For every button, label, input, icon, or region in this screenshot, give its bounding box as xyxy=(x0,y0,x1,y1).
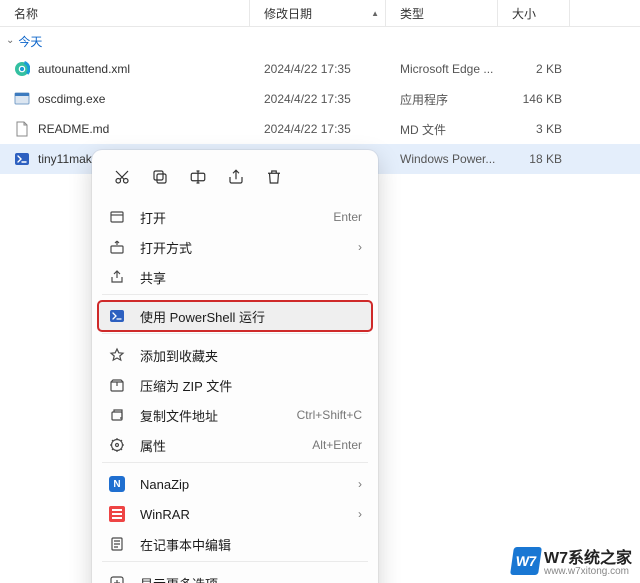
menu-item-label: 复制文件地址 xyxy=(140,406,283,425)
menu-separator xyxy=(102,294,368,295)
menu-item-show-more-options[interactable]: 显示更多选项 xyxy=(98,568,372,583)
rename-button[interactable] xyxy=(180,160,216,194)
properties-icon xyxy=(108,437,126,453)
menu-item-label: 共享 xyxy=(140,268,362,287)
menu-item-label: 打开方式 xyxy=(140,238,344,257)
copy-path-icon xyxy=(108,407,126,423)
more-options-icon xyxy=(108,575,126,583)
file-type: Windows Power... xyxy=(386,152,498,166)
column-header-row: 名称 修改日期 ▲ 类型 大小 xyxy=(0,0,640,27)
chevron-right-icon: › xyxy=(358,240,362,254)
file-row[interactable]: autounattend.xml 2024/4/22 17:35 Microso… xyxy=(0,54,640,84)
group-label: 今天 xyxy=(18,33,42,50)
file-type: Microsoft Edge ... xyxy=(386,62,498,76)
file-type: MD 文件 xyxy=(386,121,498,138)
file-row[interactable]: README.md 2024/4/22 17:35 MD 文件 3 KB xyxy=(0,114,640,144)
context-menu-toolbar xyxy=(98,156,372,202)
file-size: 3 KB xyxy=(498,122,570,136)
menu-item-label: 使用 PowerShell 运行 xyxy=(140,307,362,326)
chevron-down-icon: ⌄ xyxy=(6,35,14,46)
nanazip-icon: N xyxy=(108,476,126,492)
menu-separator xyxy=(102,462,368,463)
column-header-name-label: 名称 xyxy=(14,5,38,22)
file-date: 2024/4/22 17:35 xyxy=(250,62,386,76)
menu-item-label: 属性 xyxy=(140,436,298,455)
share-icon xyxy=(108,269,126,285)
menu-item-accelerator: Ctrl+Shift+C xyxy=(297,408,362,422)
menu-item-share[interactable]: 共享 xyxy=(98,262,372,292)
menu-item-add-favorite[interactable]: 添加到收藏夹 xyxy=(98,340,372,370)
menu-item-compress-zip[interactable]: 压缩为 ZIP 文件 xyxy=(98,370,372,400)
notepad-icon xyxy=(108,536,126,552)
file-size: 146 KB xyxy=(498,92,570,106)
file-type: 应用程序 xyxy=(386,91,498,108)
file-name: autounattend.xml xyxy=(38,62,130,76)
star-icon xyxy=(108,347,126,363)
file-size: 2 KB xyxy=(498,62,570,76)
file-name: oscdimg.exe xyxy=(38,92,105,106)
winrar-icon xyxy=(108,506,126,522)
menu-item-label: 添加到收藏夹 xyxy=(140,346,362,365)
file-row[interactable]: oscdimg.exe 2024/4/22 17:35 应用程序 146 KB xyxy=(0,84,640,114)
menu-item-open-with[interactable]: 打开方式 › xyxy=(98,232,372,262)
edge-icon xyxy=(14,61,30,77)
menu-item-accelerator: Enter xyxy=(333,210,362,224)
column-header-type-label: 类型 xyxy=(400,5,424,22)
menu-item-accelerator: Alt+Enter xyxy=(312,438,362,452)
menu-item-edit-in-notepad[interactable]: 在记事本中编辑 xyxy=(98,529,372,559)
column-header-name[interactable]: 名称 xyxy=(0,0,250,26)
context-menu: 打开 Enter 打开方式 › 共享 使用 PowerShell 运行 添加到收… xyxy=(92,150,378,583)
menu-item-label: WinRAR xyxy=(140,507,344,522)
menu-separator xyxy=(102,561,368,562)
powershell-icon xyxy=(108,308,126,324)
file-date: 2024/4/22 17:35 xyxy=(250,122,386,136)
menu-item-label: 显示更多选项 xyxy=(140,574,362,583)
menu-item-label: NanaZip xyxy=(140,477,344,492)
column-header-date[interactable]: 修改日期 ▲ xyxy=(250,0,386,26)
powershell-icon xyxy=(14,151,30,167)
group-today[interactable]: ⌄ 今天 xyxy=(0,27,640,54)
open-with-icon xyxy=(108,239,126,255)
file-date: 2024/4/22 17:35 xyxy=(250,92,386,106)
chevron-right-icon: › xyxy=(358,477,362,491)
exe-icon xyxy=(14,91,30,107)
file-size: 18 KB xyxy=(498,152,570,166)
menu-item-winrar[interactable]: WinRAR › xyxy=(98,499,372,529)
chevron-right-icon: › xyxy=(358,507,362,521)
file-name: README.md xyxy=(38,122,109,136)
watermark-logo: W7 xyxy=(510,547,542,575)
delete-button[interactable] xyxy=(256,160,292,194)
cut-button[interactable] xyxy=(104,160,140,194)
copy-button[interactable] xyxy=(142,160,178,194)
open-icon xyxy=(108,209,126,225)
share-button[interactable] xyxy=(218,160,254,194)
menu-item-label: 压缩为 ZIP 文件 xyxy=(140,376,362,395)
column-header-date-label: 修改日期 xyxy=(264,5,312,22)
column-header-size[interactable]: 大小 xyxy=(498,0,570,26)
menu-item-open[interactable]: 打开 Enter xyxy=(98,202,372,232)
menu-item-properties[interactable]: 属性 Alt+Enter xyxy=(98,430,372,460)
watermark: W7 W7系统之家 www.w7xitong.com xyxy=(512,544,632,577)
watermark-title: W7系统之家 xyxy=(544,550,632,567)
sort-asc-icon: ▲ xyxy=(371,9,379,18)
zip-icon xyxy=(108,377,126,393)
column-header-size-label: 大小 xyxy=(512,5,536,22)
document-icon xyxy=(14,121,30,137)
menu-item-nanazip[interactable]: N NanaZip › xyxy=(98,469,372,499)
menu-item-label: 在记事本中编辑 xyxy=(140,535,362,554)
menu-separator xyxy=(102,333,368,334)
watermark-url: www.w7xitong.com xyxy=(544,566,632,577)
file-name: tiny11make xyxy=(38,152,98,166)
menu-item-run-with-powershell[interactable]: 使用 PowerShell 运行 xyxy=(98,301,372,331)
menu-item-copy-path[interactable]: 复制文件地址 Ctrl+Shift+C xyxy=(98,400,372,430)
column-header-type[interactable]: 类型 xyxy=(386,0,498,26)
menu-item-label: 打开 xyxy=(140,208,319,227)
